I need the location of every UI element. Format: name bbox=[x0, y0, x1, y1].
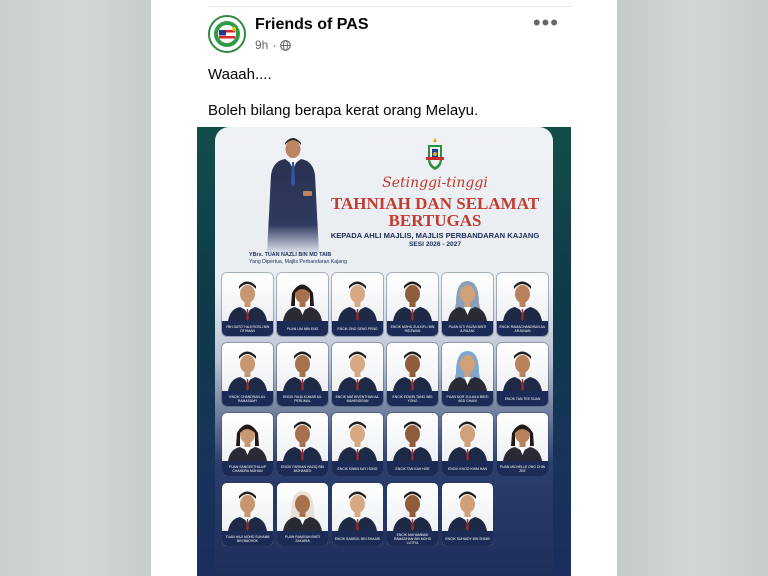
member-photo bbox=[332, 483, 383, 531]
member-tile: ENCIK RAJA KUMAR A/L PERUMAL bbox=[277, 343, 328, 406]
poster-main-title: TAHNIAH DAN SELAMAT BERTUGAS bbox=[330, 194, 540, 230]
member-tile: ENCIK MUHAMMAD RAMADHAN BIN MOHD LUTFIA bbox=[387, 483, 438, 546]
page-name[interactable]: Friends of PAS bbox=[255, 16, 369, 34]
member-name: ENCIK RAMACHANDRAN A/L ARJUNAN bbox=[497, 321, 548, 336]
member-name: ENCIK MATHIVENTHAN A/L MAHENDRAN bbox=[332, 391, 383, 406]
member-photo bbox=[277, 343, 328, 391]
leader-role: Yang Dipertua, Majlis Perbandaran Kajang bbox=[249, 259, 347, 265]
member-tile: ENCIK RAMACHANDRAN A/L ARJUNAN bbox=[497, 273, 548, 336]
member-photo bbox=[332, 343, 383, 391]
member-tile: PUAN MICHELLE ONG CHIN ZEE bbox=[497, 413, 548, 476]
member-photo bbox=[497, 343, 548, 391]
member-photo bbox=[222, 483, 273, 531]
member-tile: PUAN SITI RAZMI BINTI A.RAZAK bbox=[442, 273, 493, 336]
member-photo bbox=[442, 343, 493, 391]
member-name: ENCIK CHANDRAN A/L RAMASAMY bbox=[222, 391, 273, 406]
member-tile: ENCIK EDWIN TANG WEI YONG bbox=[387, 343, 438, 406]
member-name: ENCIK MUHAMMAD RAMADHAN BIN MOHD LUTFIA bbox=[387, 531, 438, 546]
member-photo bbox=[387, 273, 438, 321]
member-name: ENCIK ONG SENG PENG bbox=[332, 321, 383, 336]
member-name: PUAN SANGEETHA A/P CHANDRA MOHAN bbox=[222, 461, 273, 476]
member-tile: ENCIK CHANDRAN A/L RAMASAMY bbox=[222, 343, 273, 406]
member-photo bbox=[222, 343, 273, 391]
member-name: ENCIK TAN KAH HOE bbox=[387, 461, 438, 476]
pas-logo-icon bbox=[210, 17, 244, 51]
page-avatar[interactable] bbox=[208, 15, 246, 53]
member-tile: ENCIK ONG SENG PENG bbox=[332, 273, 383, 336]
member-photo bbox=[497, 413, 548, 461]
globe-icon bbox=[280, 39, 292, 51]
post-text-line-1: Waaah.... bbox=[208, 66, 272, 83]
member-name: YBH DATO' HAJI ROSLI BIN OTHMAN bbox=[222, 321, 273, 336]
more-options-button[interactable]: ••• bbox=[533, 12, 559, 34]
member-tile: ENCIK TAN KAH HOE bbox=[387, 413, 438, 476]
member-tile: ENCIK TAN TEE SUAN bbox=[497, 343, 548, 406]
member-name: PUAN NOR ZULAILA BINTI ABD GHANI bbox=[442, 391, 493, 406]
member-name: ENCIK EDWIN TANG WEI YONG bbox=[387, 391, 438, 406]
member-name: ENCIK RAJA KUMAR A/L PERUMAL bbox=[277, 391, 328, 406]
member-photo bbox=[387, 483, 438, 531]
member-photo bbox=[387, 413, 438, 461]
more-horizontal-icon: ••• bbox=[532, 10, 559, 35]
post-image[interactable]: YBrs. TUAN NAZLI BIN MD TAIB Yang Dipert… bbox=[197, 127, 571, 576]
member-tile: PUAN NOR ZULAILA BINTI ABD GHANI bbox=[442, 343, 493, 406]
member-photo bbox=[222, 413, 273, 461]
member-tile: PUAN LIM MIN ENG bbox=[277, 273, 328, 336]
member-tile: ENCIK MOHD ZULKIFLI BIN RIDZWAN bbox=[387, 273, 438, 336]
member-tile: ENCIK FARHAN HAZIQ BIN MOHAMED bbox=[277, 413, 328, 476]
member-name: PUAN RAMIYAH BINTI ZAKARIA bbox=[277, 531, 328, 546]
leader-portrait bbox=[267, 138, 319, 253]
member-name: ENCIK TAN TEE SUAN bbox=[497, 391, 548, 406]
member-name: PUAN LIM MIN ENG bbox=[277, 321, 328, 336]
member-name: ENCIK MOHD ZULKIFLI BIN RIDZWAN bbox=[387, 321, 438, 336]
member-tile: ENCIK MATHIVENTHAN A/L MAHENDRAN bbox=[332, 343, 383, 406]
post-meta: 9h · bbox=[255, 38, 292, 52]
member-name: ENCIK SUHAIDY BIN SHUIB bbox=[442, 531, 493, 546]
post-time[interactable]: 9h bbox=[255, 38, 268, 52]
member-tile: ENCIK KWAN KAY HONG bbox=[332, 413, 383, 476]
member-photo bbox=[277, 273, 328, 321]
poster-card: YBrs. TUAN NAZLI BIN MD TAIB Yang Dipert… bbox=[215, 127, 553, 576]
mpkj-crest-icon bbox=[426, 138, 444, 170]
member-tile: ENCIK SUHAIDY BIN SHUIB bbox=[442, 483, 493, 546]
member-photo bbox=[222, 273, 273, 321]
member-photo bbox=[277, 483, 328, 531]
member-name: ENCIK KHOO KHIM HAN bbox=[442, 461, 493, 476]
leader-name: YBrs. TUAN NAZLI BIN MD TAIB bbox=[249, 252, 332, 258]
member-name: ENCIK KWAN KAY HONG bbox=[332, 461, 383, 476]
divider bbox=[208, 6, 572, 7]
member-name: ENCIK FARHAN HAZIQ BIN MOHAMED bbox=[277, 461, 328, 476]
member-tile: PUAN SANGEETHA A/P CHANDRA MOHAN bbox=[222, 413, 273, 476]
member-name: TUAN HAJI MOHD SUHAIMI BIN BACHOK bbox=[222, 531, 273, 546]
member-name: PUAN MICHELLE ONG CHIN ZEE bbox=[497, 461, 548, 476]
member-name: PUAN SITI RAZMI BINTI A.RAZAK bbox=[442, 321, 493, 336]
member-tile: ENCIK SAMSOL BIN SHAARI bbox=[332, 483, 383, 546]
member-photo bbox=[442, 483, 493, 531]
facebook-post: Friends of PAS 9h · ••• Waaah.... Boleh … bbox=[151, 0, 617, 576]
poster-session: SESI 2026 - 2027 bbox=[408, 241, 462, 248]
separator-dot: · bbox=[272, 38, 277, 52]
member-photo bbox=[387, 343, 438, 391]
member-name: ENCIK SAMSOL BIN SHAARI bbox=[332, 531, 383, 546]
member-tile: ENCIK KHOO KHIM HAN bbox=[442, 413, 493, 476]
script-title: Setinggi-tinggi bbox=[382, 175, 488, 191]
member-photo bbox=[442, 413, 493, 461]
member-photo bbox=[332, 273, 383, 321]
member-photo bbox=[442, 273, 493, 321]
member-tile: TUAN HAJI MOHD SUHAIMI BIN BACHOK bbox=[222, 483, 273, 546]
member-tile: YBH DATO' HAJI ROSLI BIN OTHMAN bbox=[222, 273, 273, 336]
member-photo bbox=[497, 273, 548, 321]
poster-subtitle: KEPADA AHLI MAJLIS, MAJLIS PERBANDARAN K… bbox=[330, 231, 540, 240]
member-tile: PUAN RAMIYAH BINTI ZAKARIA bbox=[277, 483, 328, 546]
member-photo bbox=[277, 413, 328, 461]
post-text-line-2: Boleh bilang berapa kerat orang Melayu. bbox=[208, 102, 479, 119]
member-photo bbox=[332, 413, 383, 461]
